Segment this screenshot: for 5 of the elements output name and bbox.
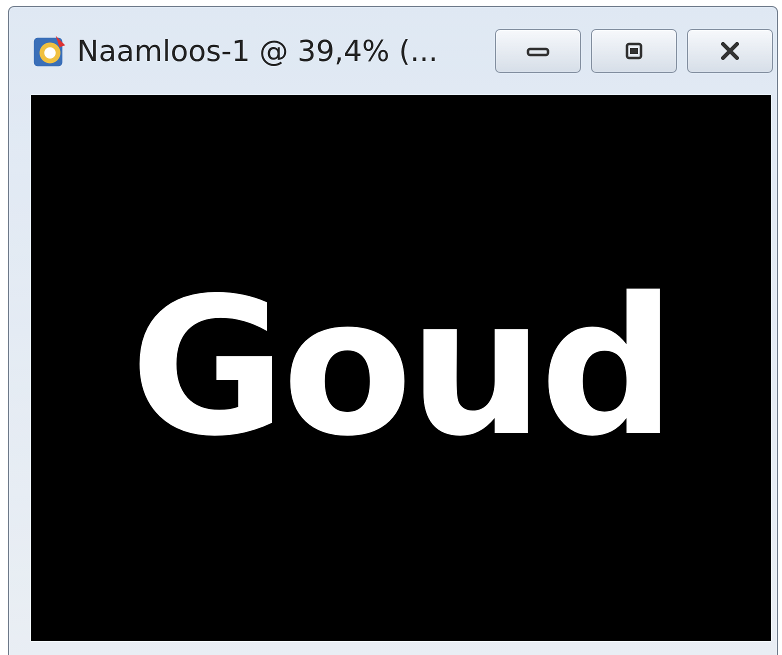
close-button[interactable] bbox=[687, 29, 773, 73]
canvas-text: Goud bbox=[130, 273, 672, 463]
minimize-button[interactable] bbox=[495, 29, 581, 73]
maximize-button[interactable] bbox=[591, 29, 677, 73]
window-title: Naamloos-1 @ 39,4% (... bbox=[77, 34, 439, 68]
